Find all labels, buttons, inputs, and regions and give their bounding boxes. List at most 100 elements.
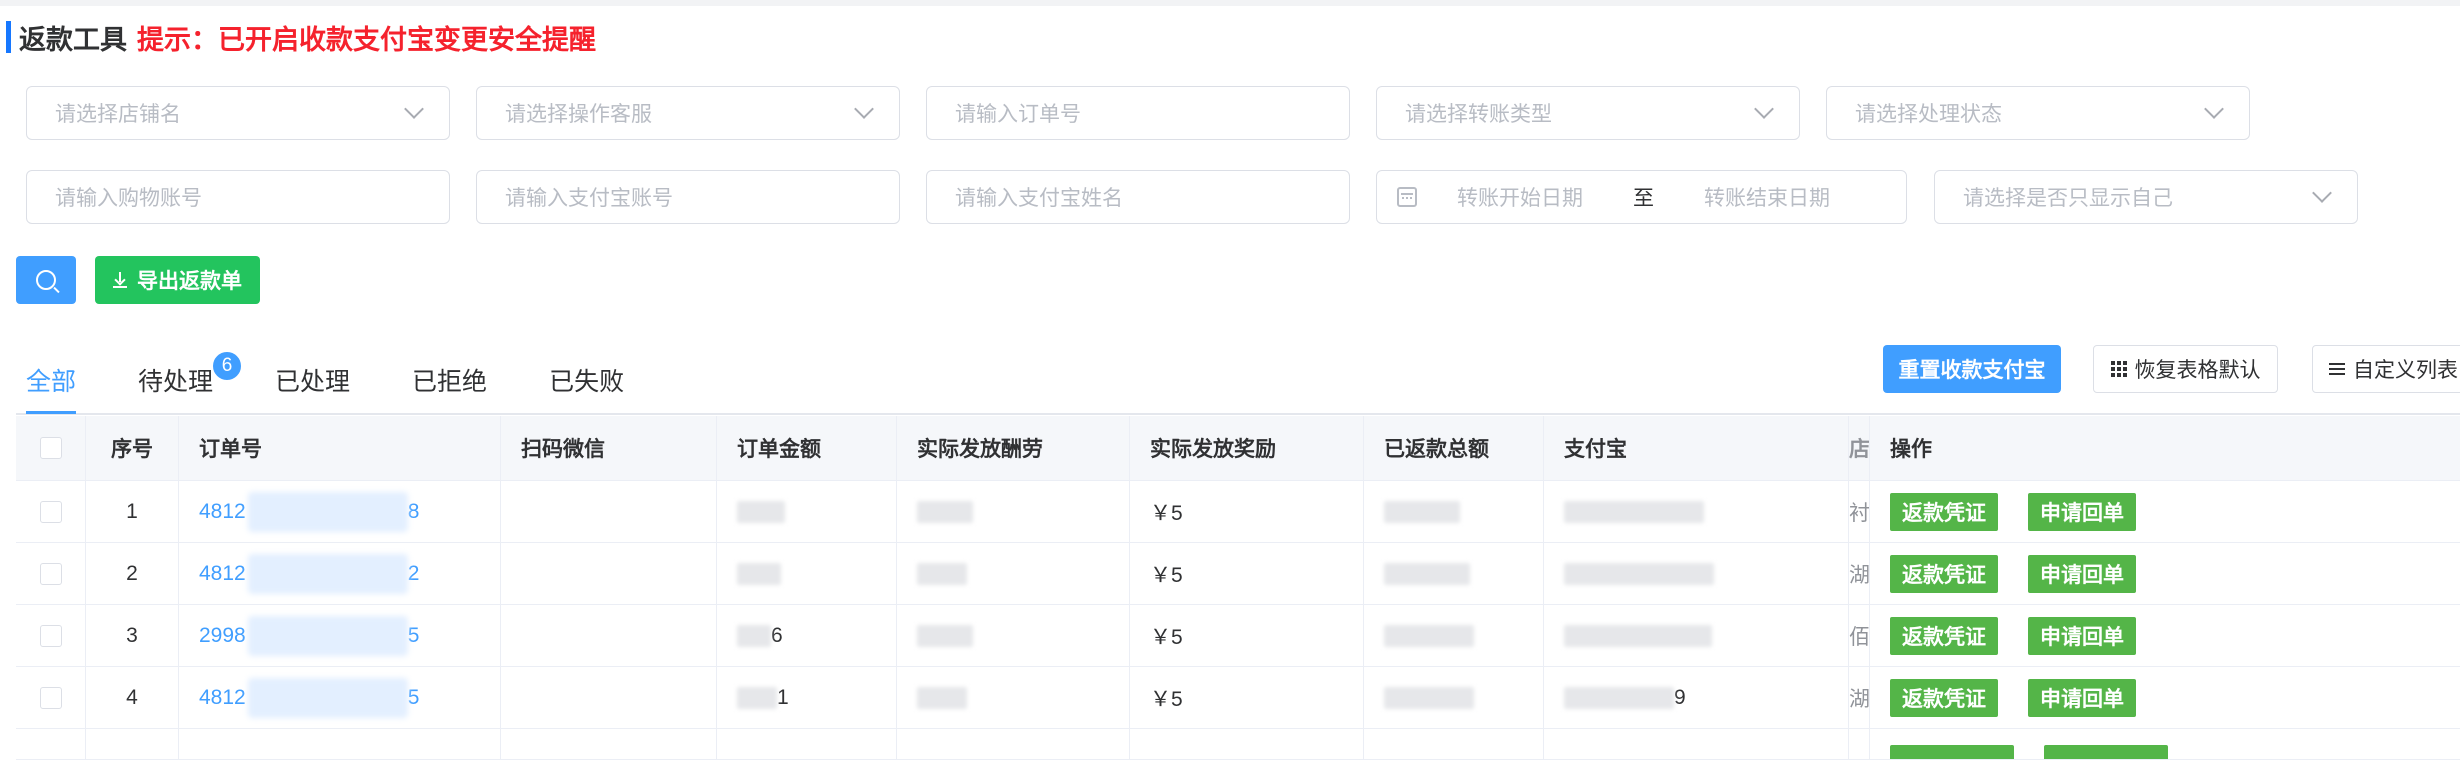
masked-alipay (1564, 500, 1704, 523)
date-end-input[interactable]: 转账结束日期 (1704, 182, 1830, 212)
tab-failed[interactable]: 已失败 (549, 360, 624, 404)
masked-total (1384, 562, 1470, 585)
header-ops: 操作 (1890, 438, 1932, 461)
download-icon (113, 272, 127, 288)
grid-icon (2110, 361, 2127, 377)
tab-pending[interactable]: 待处理 6 (138, 350, 244, 404)
header-reward: 实际发放奖励 (1130, 416, 1364, 480)
date-start-input[interactable]: 转账开始日期 (1457, 182, 1583, 212)
status-select[interactable]: 请选择处理状态 (1826, 86, 2250, 140)
row-index: 4 (86, 667, 179, 728)
transfer-date-range[interactable]: 转账开始日期 至 转账结束日期 (1376, 170, 1907, 224)
search-button[interactable] (16, 256, 76, 304)
status-tabs: 全部 待处理 6 已处理 已拒绝 已失败 (26, 350, 686, 410)
export-button[interactable]: 导出返款单 (95, 256, 260, 304)
masked-alipay (1564, 562, 1714, 585)
list-icon (2329, 363, 2345, 375)
refund-voucher-button[interactable] (1890, 745, 2014, 759)
tab-active-indicator (26, 411, 76, 414)
masked-order (247, 553, 408, 594)
pending-count-badge: 6 (211, 350, 244, 382)
row-index: 2 (86, 543, 179, 604)
page-title: 返款工具 (19, 24, 127, 55)
order-link[interactable]: 2998 5 (179, 605, 501, 666)
masked-amount (737, 686, 777, 709)
masked-labor (917, 500, 973, 523)
row-index: 3 (86, 605, 179, 666)
order-link[interactable]: 4812 8 (179, 481, 501, 542)
header-shop: 店 (1849, 416, 1870, 480)
apply-receipt-button[interactable]: 申请回单 (2028, 616, 2136, 655)
header-alipay: 支付宝 (1544, 416, 1849, 480)
calendar-icon (1397, 187, 1417, 207)
table-row: 3 2998 5 6 ￥5 佰 返款凭证 申请回单 (16, 605, 2460, 667)
custom-list-button[interactable]: 自定义列表 (2312, 345, 2460, 393)
masked-order (247, 491, 408, 532)
apply-receipt-button[interactable]: 申请回单 (2028, 492, 2136, 531)
header-index: 序号 (86, 416, 179, 480)
masked-order (247, 615, 408, 656)
row-checkbox[interactable] (39, 500, 62, 523)
tab-processed[interactable]: 已处理 (275, 360, 350, 404)
row-index: 1 (86, 481, 179, 542)
alipay-account-input[interactable]: 请输入支付宝账号 (476, 170, 900, 224)
reset-alipay-button[interactable]: 重置收款支付宝 (1883, 345, 2061, 393)
masked-alipay (1564, 624, 1712, 647)
tab-rejected[interactable]: 已拒绝 (412, 360, 487, 404)
shopping-account-input[interactable]: 请输入购物账号 (26, 170, 450, 224)
security-tip: 提示：已开启收款支付宝变更安全提醒 (137, 24, 596, 55)
date-separator: 至 (1633, 187, 1654, 210)
masked-total (1384, 500, 1460, 523)
tabs-divider (16, 413, 2460, 415)
search-icon (36, 270, 56, 290)
refund-voucher-button[interactable]: 返款凭证 (1890, 492, 1998, 531)
operator-select[interactable]: 请选择操作客服 (476, 86, 900, 140)
shop-select[interactable]: 请选择店铺名 (26, 86, 450, 140)
header-scan: 扫码微信 (501, 416, 717, 480)
reward-value: ￥5 (1130, 481, 1364, 542)
row-checkbox[interactable] (39, 562, 62, 585)
reward-value: ￥5 (1130, 543, 1364, 604)
title-accent-bar (6, 21, 11, 53)
refund-voucher-button[interactable]: 返款凭证 (1890, 554, 1998, 593)
reward-value: ￥5 (1130, 605, 1364, 666)
masked-labor (917, 624, 973, 647)
refund-voucher-button[interactable]: 返款凭证 (1890, 678, 1998, 717)
masked-order (247, 677, 408, 718)
header-order: 订单号 (179, 416, 501, 480)
apply-receipt-button[interactable] (2044, 745, 2168, 759)
masked-total (1384, 624, 1474, 647)
masked-amount (737, 624, 771, 647)
header-total: 已返款总额 (1364, 416, 1544, 480)
tab-all[interactable]: 全部 (26, 360, 76, 404)
table-row: 4 4812 5 1 ￥5 9 湖 返款凭证 申请回单 (16, 667, 2460, 729)
transfer-type-select[interactable]: 请选择转账类型 (1376, 86, 1800, 140)
apply-receipt-button[interactable]: 申请回单 (2028, 678, 2136, 717)
masked-labor (917, 686, 967, 709)
masked-labor (917, 562, 967, 585)
order-link[interactable]: 4812 5 (179, 667, 501, 728)
select-all-checkbox[interactable] (39, 437, 62, 459)
masked-amount (737, 500, 785, 523)
apply-receipt-button[interactable]: 申请回单 (2028, 554, 2136, 593)
order-input[interactable]: 请输入订单号 (926, 86, 1350, 140)
chevron-down-icon (2312, 183, 2332, 203)
header-amount: 订单金额 (717, 416, 897, 480)
amount-visible: 1 (777, 685, 789, 709)
refund-voucher-button[interactable]: 返款凭证 (1890, 616, 1998, 655)
chevron-down-icon (404, 99, 424, 119)
select-all-cell (16, 416, 86, 480)
masked-amount (737, 562, 781, 585)
order-link[interactable]: 4812 2 (179, 543, 501, 604)
row-checkbox[interactable] (39, 686, 62, 709)
restore-table-button[interactable]: 恢复表格默认 (2093, 345, 2278, 393)
chevron-down-icon (1754, 99, 1774, 119)
page-title-bar: 返款工具 提示：已开启收款支付宝变更安全提醒 (6, 20, 596, 55)
reward-value: ￥5 (1130, 667, 1364, 728)
masked-total (1384, 686, 1474, 709)
table-header: 序号 订单号 扫码微信 订单金额 实际发放酬劳 实际发放奖励 已返款总额 支付宝… (16, 416, 2460, 481)
self-only-select[interactable]: 请选择是否只显示自己 (1934, 170, 2358, 224)
row-checkbox[interactable] (39, 624, 62, 647)
alipay-name-input[interactable]: 请输入支付宝姓名 (926, 170, 1350, 224)
amount-visible: 6 (771, 623, 783, 647)
